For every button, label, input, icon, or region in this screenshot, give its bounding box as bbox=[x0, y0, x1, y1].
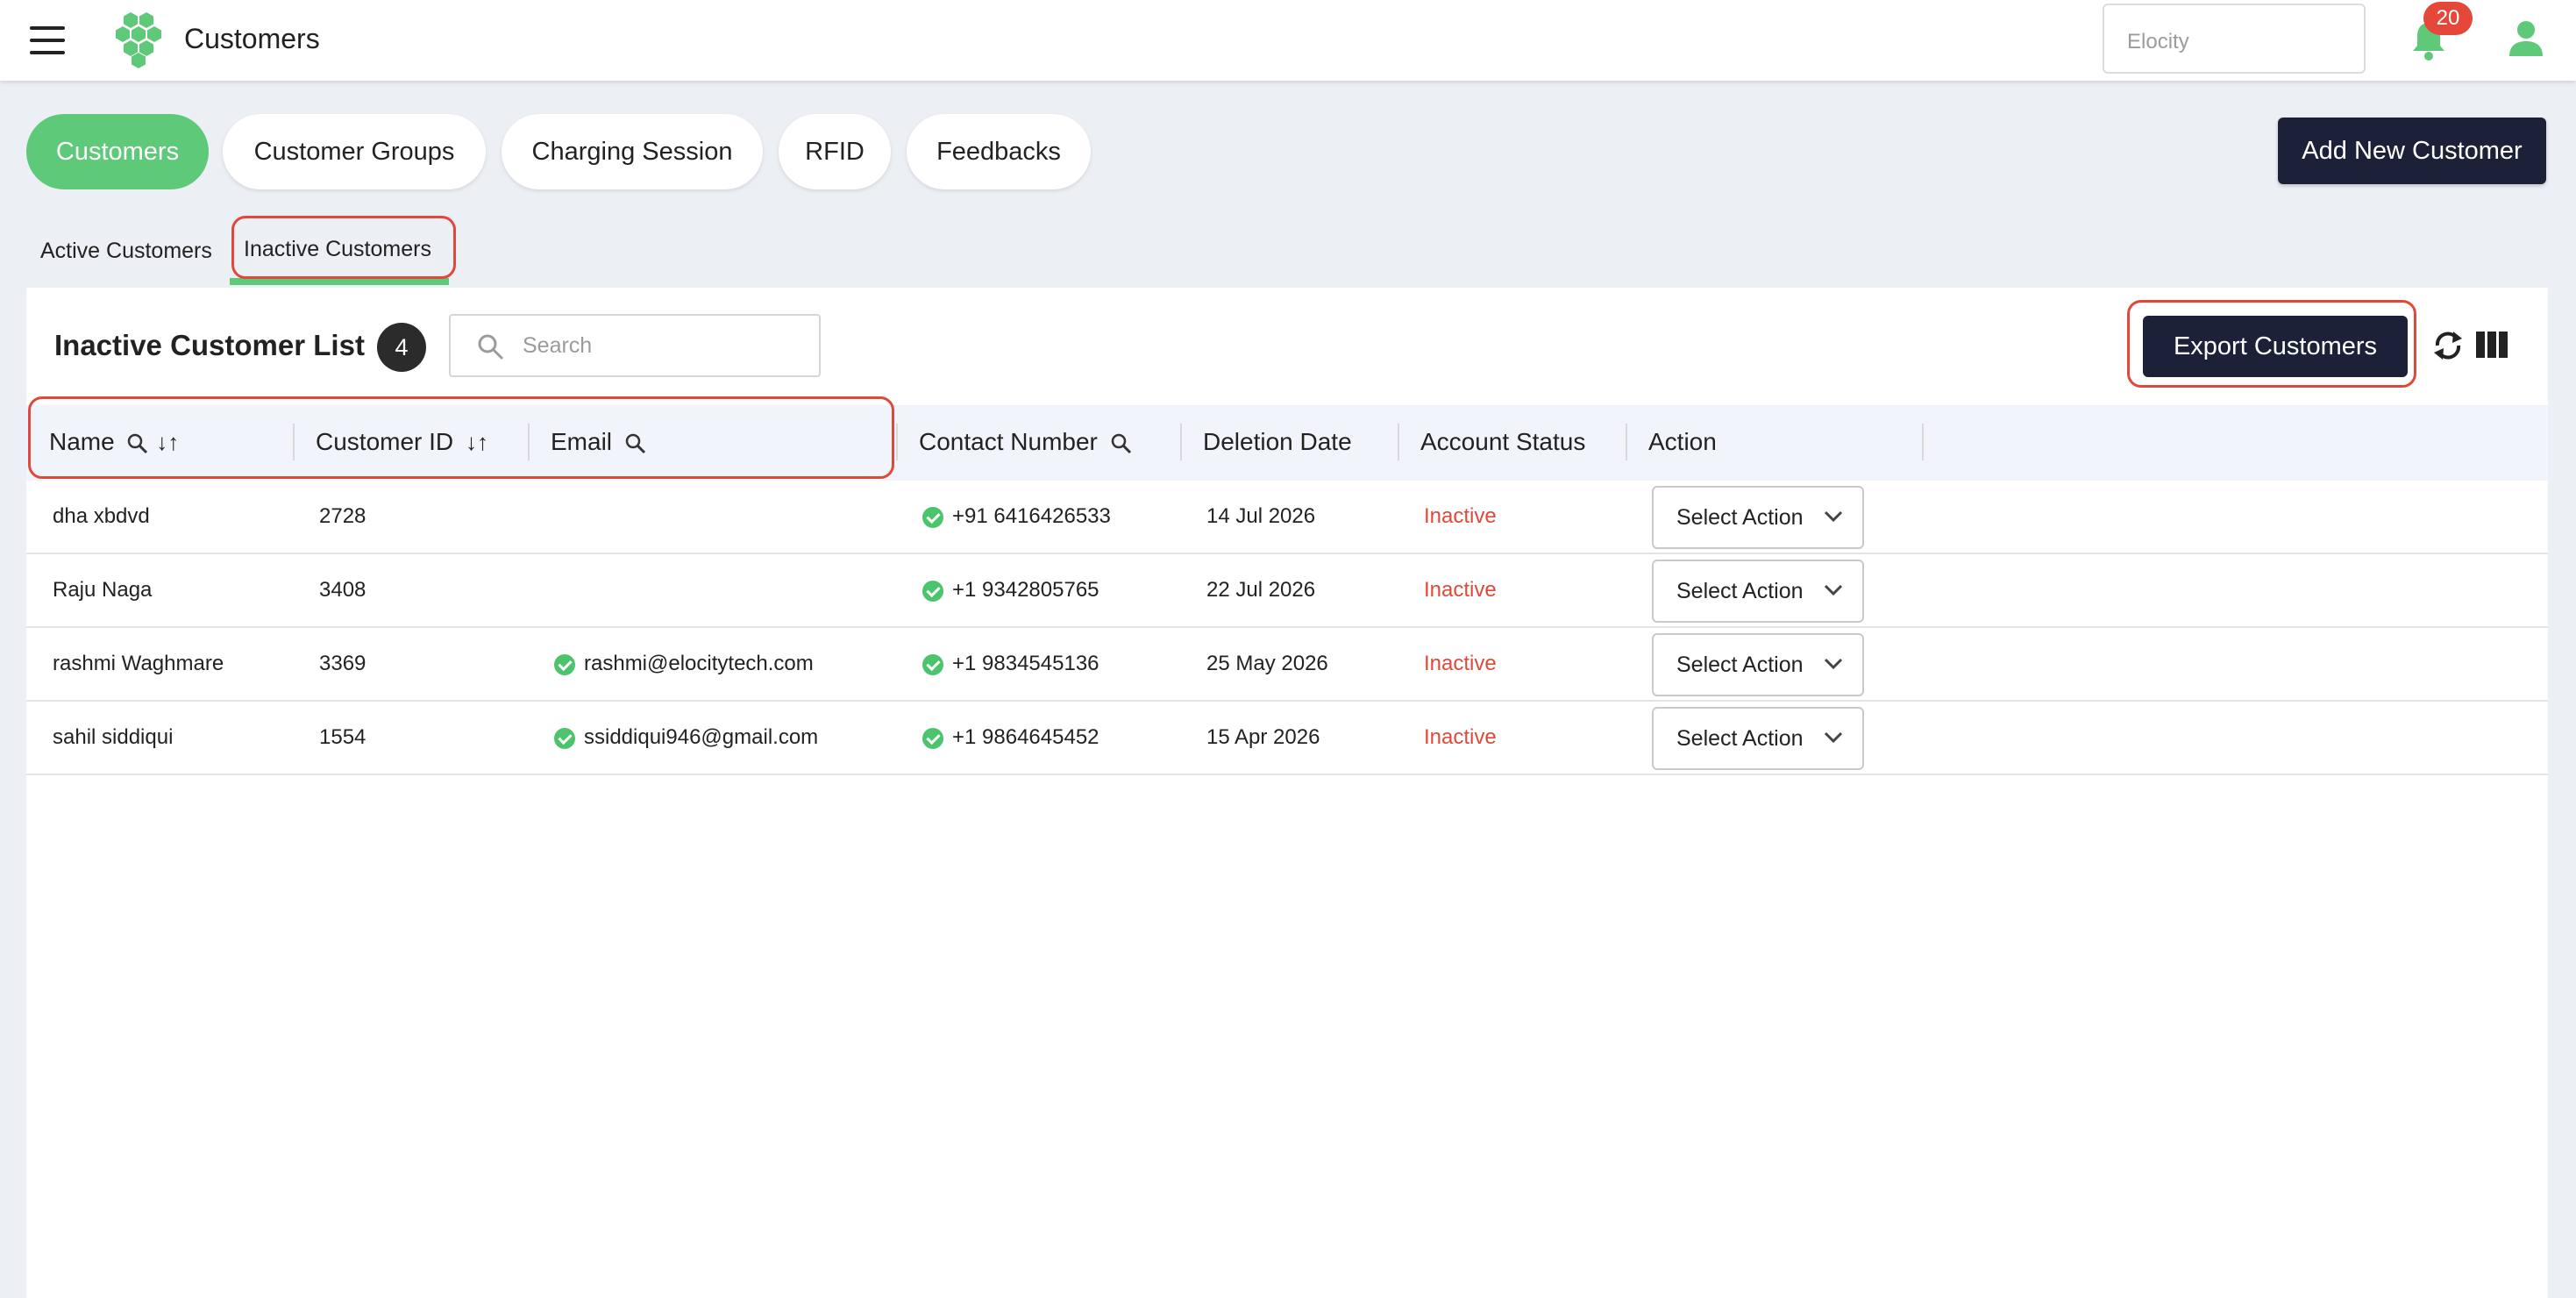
cell-contact: +1 9834545136 bbox=[922, 651, 1099, 677]
column-search-icon[interactable] bbox=[1110, 432, 1133, 455]
search-input[interactable]: Search bbox=[449, 314, 821, 377]
tab-feedbacks[interactable]: Feedbacks bbox=[907, 114, 1091, 189]
select-action-label: Select Action bbox=[1676, 579, 1804, 603]
chevron-down-icon bbox=[1824, 584, 1843, 596]
search-placeholder: Search bbox=[523, 333, 593, 358]
cell-deletion-date: 25 May 2026 bbox=[1206, 652, 1328, 675]
sort-icon[interactable]: ↓↑ bbox=[156, 429, 179, 455]
cell-contact: +1 9864645452 bbox=[922, 724, 1099, 751]
cell-name: sahil siddiqui bbox=[53, 725, 174, 749]
column-divider bbox=[528, 424, 530, 460]
columns-icon[interactable] bbox=[2476, 332, 2508, 358]
cell-customer-id: 1554 bbox=[319, 725, 366, 749]
verified-check-icon bbox=[922, 727, 943, 749]
column-divider bbox=[1626, 424, 1627, 460]
subtab-inactive-customers[interactable]: Inactive Customers bbox=[244, 219, 431, 279]
verified-check-icon bbox=[922, 580, 943, 602]
column-header-email[interactable]: Email bbox=[551, 426, 647, 458]
email-value: rashmi@elocitytech.com bbox=[584, 652, 814, 675]
cell-name: Raju Naga bbox=[53, 578, 153, 602]
chevron-down-icon bbox=[1824, 658, 1843, 670]
list-count-badge: 4 bbox=[377, 323, 426, 372]
column-divider bbox=[896, 424, 898, 460]
column-label: Customer ID bbox=[316, 428, 454, 455]
active-subtab-indicator bbox=[230, 278, 449, 285]
email-value: ssiddiqui946@gmail.com bbox=[584, 725, 819, 749]
column-divider bbox=[1180, 424, 1182, 460]
select-action-label: Select Action bbox=[1676, 726, 1804, 751]
column-search-icon[interactable] bbox=[624, 432, 647, 455]
column-divider bbox=[1398, 424, 1399, 460]
column-label: Contact Number bbox=[919, 428, 1098, 455]
column-header-name[interactable]: Name ↓↑ bbox=[49, 426, 179, 458]
column-header-account-status[interactable]: Account Status bbox=[1420, 426, 1585, 458]
add-new-customer-button[interactable]: Add New Customer bbox=[2278, 118, 2546, 184]
chevron-down-icon bbox=[1824, 731, 1843, 744]
column-label: Email bbox=[551, 428, 613, 455]
column-divider bbox=[1922, 424, 1924, 460]
organization-selector[interactable]: Elocity bbox=[2103, 4, 2366, 74]
select-action-label: Select Action bbox=[1676, 505, 1804, 530]
cell-name: rashmi Waghmare bbox=[53, 652, 224, 675]
contact-value: +1 9834545136 bbox=[952, 652, 1099, 675]
list-title: Inactive Customer List bbox=[54, 329, 365, 361]
cell-contact: +1 9342805765 bbox=[922, 577, 1099, 603]
cell-email: rashmi@elocitytech.com bbox=[554, 651, 814, 677]
subtab-active-customers[interactable]: Active Customers bbox=[40, 221, 212, 281]
column-divider bbox=[293, 424, 295, 460]
refresh-icon[interactable] bbox=[2430, 326, 2466, 365]
column-header-customer-id[interactable]: Customer ID ↓↑ bbox=[316, 426, 488, 458]
contact-value: +1 9342805765 bbox=[952, 578, 1099, 602]
column-header-action: Action bbox=[1648, 428, 1717, 455]
user-account-icon[interactable] bbox=[2508, 19, 2544, 56]
column-label: Name bbox=[49, 428, 115, 455]
page-title: Customers bbox=[184, 23, 320, 54]
select-action-dropdown[interactable]: Select Action bbox=[1652, 486, 1864, 549]
cell-customer-id: 2728 bbox=[319, 504, 366, 528]
cell-customer-id: 3369 bbox=[319, 652, 366, 675]
chevron-down-icon bbox=[1824, 510, 1843, 523]
cell-deletion-date: 15 Apr 2026 bbox=[1206, 725, 1320, 749]
cell-name: dha xbdvd bbox=[53, 504, 150, 528]
search-icon bbox=[478, 334, 503, 360]
select-action-dropdown[interactable]: Select Action bbox=[1652, 707, 1864, 770]
verified-check-icon bbox=[922, 653, 943, 675]
contact-value: +1 9864645452 bbox=[952, 725, 1099, 749]
column-header-contact-number[interactable]: Contact Number bbox=[919, 426, 1133, 458]
tab-customer-groups[interactable]: Customer Groups bbox=[223, 114, 486, 189]
cell-account-status: Inactive bbox=[1424, 725, 1497, 749]
cell-account-status: Inactive bbox=[1424, 504, 1497, 528]
verified-check-icon bbox=[554, 727, 575, 749]
cell-account-status: Inactive bbox=[1424, 578, 1497, 602]
cell-account-status: Inactive bbox=[1424, 652, 1497, 675]
select-action-dropdown[interactable]: Select Action bbox=[1652, 633, 1864, 696]
menu-icon[interactable] bbox=[30, 26, 65, 54]
logo-icon bbox=[116, 12, 161, 68]
verified-check-icon bbox=[554, 653, 575, 675]
tab-customers[interactable]: Customers bbox=[26, 114, 209, 189]
cell-deletion-date: 22 Jul 2026 bbox=[1206, 578, 1316, 602]
select-action-dropdown[interactable]: Select Action bbox=[1652, 560, 1864, 623]
cell-deletion-date: 14 Jul 2026 bbox=[1206, 504, 1316, 528]
select-action-label: Select Action bbox=[1676, 653, 1804, 677]
export-customers-button[interactable]: Export Customers bbox=[2143, 316, 2408, 377]
cell-customer-id: 3408 bbox=[319, 578, 366, 602]
column-search-icon[interactable] bbox=[126, 432, 149, 455]
tab-rfid[interactable]: RFID bbox=[779, 114, 891, 189]
verified-check-icon bbox=[922, 506, 943, 528]
contact-value: +91 6416426533 bbox=[952, 504, 1111, 528]
cell-contact: +91 6416426533 bbox=[922, 503, 1111, 530]
sort-icon[interactable]: ↓↑ bbox=[466, 429, 488, 455]
notification-count-badge: 20 bbox=[2423, 2, 2473, 35]
cell-email: ssiddiqui946@gmail.com bbox=[554, 724, 818, 751]
tab-charging-session[interactable]: Charging Session bbox=[502, 114, 763, 189]
top-bar: Customers Elocity 20 bbox=[0, 0, 2576, 81]
column-header-deletion-date[interactable]: Deletion Date bbox=[1203, 426, 1352, 458]
